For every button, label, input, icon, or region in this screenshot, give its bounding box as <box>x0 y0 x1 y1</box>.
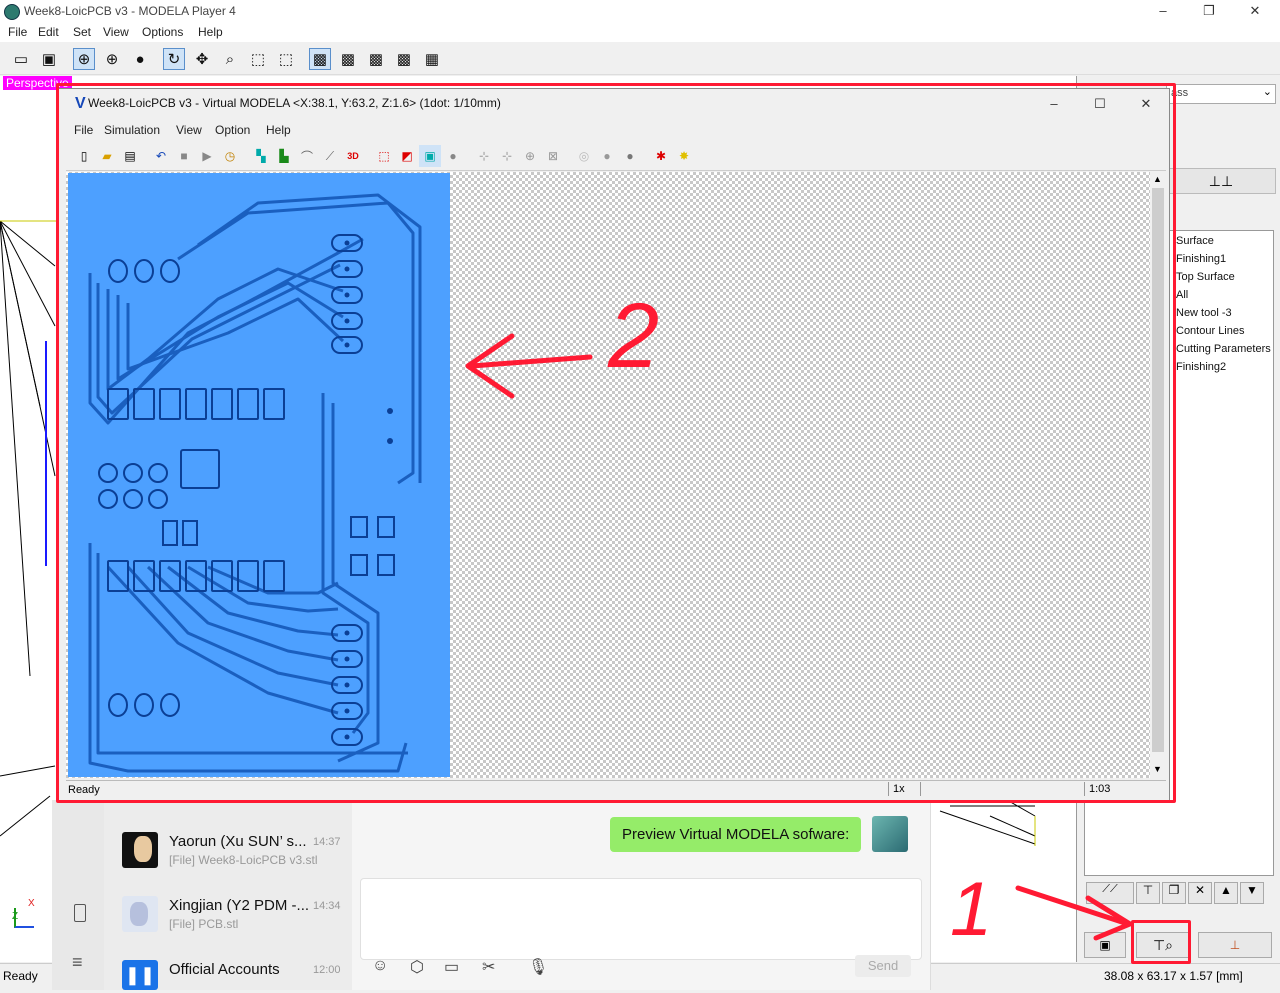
annotation-arrows <box>465 333 1133 941</box>
annotation-label-2: 2 <box>608 285 660 387</box>
annotation-label-1: 1 <box>950 867 993 952</box>
